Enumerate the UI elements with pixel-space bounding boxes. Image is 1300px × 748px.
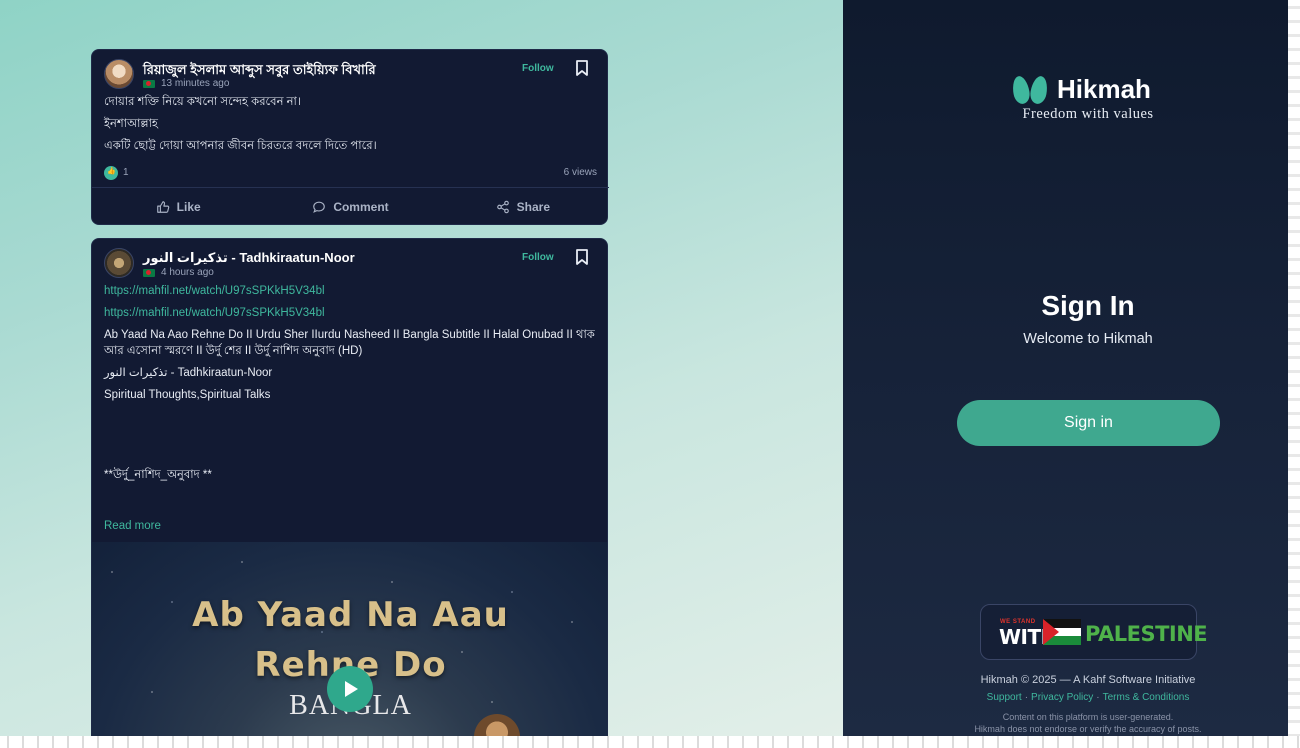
thumbnail-title-line: Ab Yaad Na Aau (192, 595, 509, 635)
post-meta: 4 hours ago (143, 267, 214, 278)
post-header: রিয়াজুল ইসলাম আব্দুস সবুর তাইয়্যিফ বিখ… (92, 50, 607, 94)
disclaimer-line: Hikmah does not endorse or verify the ac… (974, 724, 1202, 734)
hikmah-logo-icon (1010, 74, 1050, 105)
comment-button[interactable]: Comment (264, 188, 436, 225)
post-card: রিয়াজুল ইসলাম আব্দুস সবুর তাইয়্যিফ বিখ… (91, 49, 609, 225)
bangladesh-flag-icon (143, 268, 155, 277)
bangladesh-flag-icon (143, 79, 155, 88)
post-body: https://mahfil.net/watch/U97sSPKkH5V34bl… (92, 283, 607, 483)
torn-edge-bottom (0, 736, 1300, 748)
disclaimer-line: Content on this platform is user-generat… (1002, 712, 1174, 722)
badge-palestine: PALESTINE (1085, 622, 1208, 646)
post-text-line: একটি ছোট্ট দোয়া আপনার জীবন চিরতরে বদলে … (104, 140, 377, 152)
comment-icon (313, 201, 326, 213)
welcome-text: Welcome to Hikmah (1023, 331, 1153, 347)
disclaimer: Content on this platform is user-generat… (843, 711, 1300, 735)
author-avatar[interactable] (104, 59, 134, 89)
thumbs-up-icon (156, 200, 169, 213)
privacy-policy-link[interactable]: Privacy Policy (1031, 692, 1093, 703)
post-text-line: تذكيرات النور - Tadhkiraatun-Noor (104, 367, 273, 379)
share-icon (496, 200, 509, 213)
torn-edge-right (1288, 0, 1300, 748)
follow-button[interactable]: Follow (522, 252, 554, 263)
post-text-line: ইনশাআল্লাহ (104, 118, 158, 130)
terms-link[interactable]: Terms & Conditions (1103, 692, 1190, 703)
like-button[interactable]: Like (92, 188, 264, 225)
feed-background: রিয়াজুল ইসলাম আব্দুস সবুর তাইয়্যিফ বিখ… (0, 0, 843, 748)
share-button[interactable]: Share (437, 188, 609, 225)
signin-button[interactable]: Sign in (957, 400, 1220, 446)
post-time: 4 hours ago (161, 267, 214, 278)
palestine-badge[interactable]: WE STAND WITH PALESTINE (980, 604, 1208, 660)
post-text-line: Ab Yaad Na Aao Rehne Do II Urdu Sher IIu… (104, 329, 595, 357)
post-actions: Like Comment Share (92, 187, 609, 225)
copyright-text: Hikmah © 2025 — A Kahf Software Initiati… (980, 674, 1196, 686)
palestine-flag-icon (1043, 619, 1081, 645)
post-text-line: Spiritual Thoughts,Spiritual Talks (104, 389, 271, 401)
post-header: تذكيرات النور - Tadhkiraatun-Noor 4 hour… (92, 239, 607, 283)
video-thumbnail[interactable]: Ab Yaad Na Aau Rehne Do BANGLA (92, 542, 607, 748)
bookmark-icon[interactable] (574, 248, 590, 266)
post-link[interactable]: https://mahfil.net/watch/U97sSPKkH5V34bl (104, 285, 325, 297)
reaction-count[interactable]: 1 (123, 167, 129, 178)
post-text-line: দোয়ার শক্তি নিয়ে কখনো সন্দেহ করবেন না। (104, 96, 301, 108)
author-name[interactable]: تذكيرات النور - Tadhkiraatun-Noor (143, 250, 355, 266)
brand-name: Hikmah (1057, 74, 1151, 104)
bookmark-icon[interactable] (574, 59, 590, 77)
view-count: 6 views (563, 167, 597, 178)
signin-heading: Sign In (1041, 290, 1135, 321)
follow-button[interactable]: Follow (522, 63, 554, 74)
post-meta: 13 minutes ago (143, 78, 229, 89)
brand: Hikmah (1010, 74, 1151, 105)
post-text-line: **উর্দু_নাশিদ_অনুবাদ ** (104, 469, 212, 481)
author-avatar[interactable] (104, 248, 134, 278)
footer-links: Support · Privacy Policy · Terms & Condition… (986, 692, 1190, 703)
play-icon[interactable] (327, 666, 373, 712)
post-body: দোয়ার শক্তি নিয়ে কখনো সন্দেহ করবেন না।… (92, 94, 607, 154)
share-label: Share (516, 199, 550, 214)
post-stats: 1 6 views (104, 166, 597, 180)
comment-label: Comment (333, 199, 389, 214)
support-link[interactable]: Support (987, 692, 1022, 703)
post-card: تذكيرات النور - Tadhkiraatun-Noor 4 hour… (91, 238, 608, 748)
like-label: Like (176, 199, 201, 214)
read-more-link[interactable]: Read more (104, 520, 161, 532)
post-time: 13 minutes ago (161, 78, 230, 89)
post-link[interactable]: https://mahfil.net/watch/U97sSPKkH5V34bl (104, 307, 325, 319)
thumbs-up-reaction-icon[interactable] (104, 166, 118, 180)
signin-panel: Hikmah Freedom with values Sign In Welco… (843, 0, 1290, 740)
brand-tagline: Freedom with values (1022, 106, 1154, 122)
